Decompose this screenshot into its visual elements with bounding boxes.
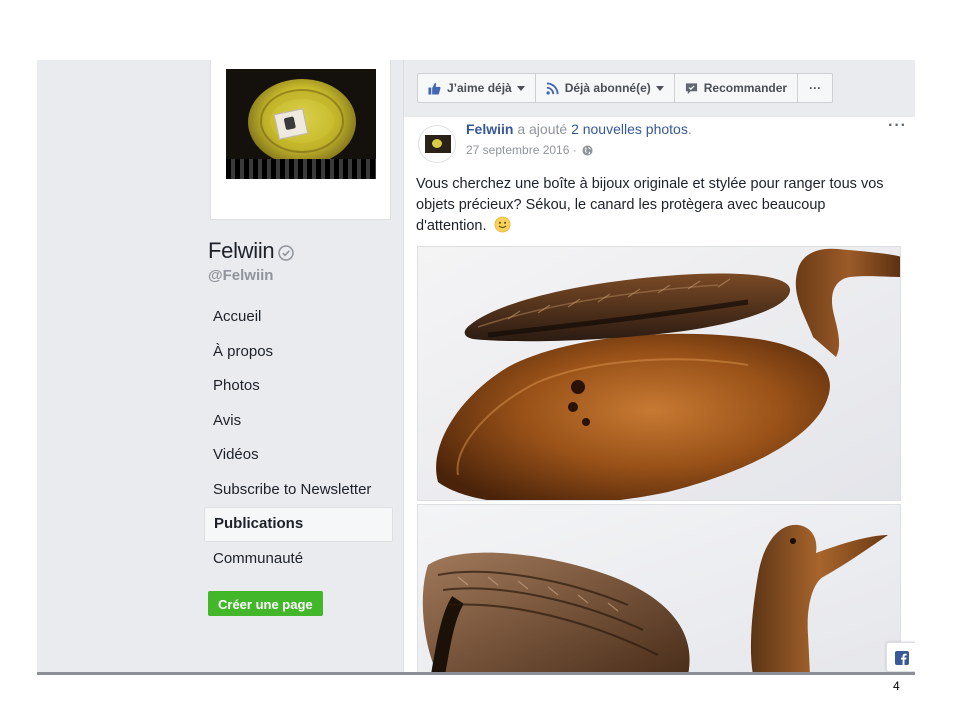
chevron-down-icon — [516, 85, 525, 91]
post-timestamp[interactable]: 27 septembre 2016 · — [466, 143, 593, 157]
messenger-chat-tab[interactable] — [886, 642, 915, 672]
wooden-duck-box-closed-image — [418, 505, 900, 673]
recommend-button-label: Recommander — [703, 81, 788, 95]
chevron-down-icon — [655, 85, 664, 91]
slide: Felwiin @Felwiin Accueil À propos Photos… — [0, 0, 960, 720]
follow-button[interactable]: Déjà abonné(e) — [536, 74, 675, 102]
post-author-link[interactable]: Felwiin — [466, 121, 513, 137]
smiley-emoji-icon — [494, 216, 510, 233]
create-page-button[interactable]: Créer une page — [208, 591, 323, 616]
nav-item-avis[interactable]: Avis — [204, 404, 393, 439]
page-name-text[interactable]: Felwiin — [208, 238, 275, 264]
post-photo-2[interactable] — [417, 504, 901, 673]
verified-icon — [278, 244, 295, 261]
post-text: Vous cherchez une boîte à bijoux origina… — [416, 174, 896, 237]
page-sidebar-nav: Accueil À propos Photos Avis Vidéos Subs… — [204, 300, 393, 576]
follow-button-label: Déjà abonné(e) — [564, 81, 651, 95]
post-header-period: . — [687, 121, 692, 137]
rss-icon — [546, 81, 559, 95]
post-header: Felwiin a ajouté 2 nouvelles photos. — [466, 121, 692, 137]
globe-icon — [582, 144, 593, 156]
nav-item-a-propos[interactable]: À propos — [204, 335, 393, 370]
slide-page-number: 4 — [893, 679, 900, 693]
more-options-button[interactable]: ··· — [798, 74, 832, 102]
thumbs-up-icon — [428, 82, 441, 95]
post-photos-link[interactable]: 2 nouvelles photos — [571, 121, 688, 137]
like-button-label: J’aime déjà — [447, 81, 512, 95]
post-date-text: 27 septembre 2016 · — [466, 143, 577, 157]
nav-item-newsletter[interactable]: Subscribe to Newsletter — [204, 473, 393, 508]
post-card: Felwiin a ajouté 2 nouvelles photos. 27 … — [403, 117, 915, 673]
page-action-bar: J’aime déjà Déjà abonné(e) Recommander ·… — [417, 73, 834, 103]
nav-item-accueil[interactable]: Accueil — [204, 300, 393, 335]
recommend-button[interactable]: Recommander — [675, 74, 799, 102]
wooden-duck-box-open-image — [418, 247, 900, 500]
nav-item-videos[interactable]: Vidéos — [204, 438, 393, 473]
post-photo-1[interactable] — [417, 246, 901, 501]
page-handle[interactable]: @Felwiin — [208, 267, 273, 284]
recommend-icon — [685, 82, 697, 94]
bottom-rule — [37, 672, 915, 675]
nav-item-photos[interactable]: Photos — [204, 369, 393, 404]
avatar-image — [425, 135, 451, 153]
facebook-icon — [895, 651, 909, 665]
nav-item-publications[interactable]: Publications — [204, 507, 393, 542]
post-verb: a ajouté — [517, 121, 568, 137]
profile-picture-card[interactable] — [210, 60, 391, 220]
nav-item-communaute[interactable]: Communauté — [204, 542, 393, 577]
post-avatar[interactable] — [418, 125, 456, 163]
like-button[interactable]: J’aime déjà — [418, 74, 536, 102]
page-name[interactable]: Felwiin — [208, 238, 295, 264]
bead-necklace — [226, 159, 376, 179]
post-options-button[interactable]: ··· — [888, 117, 907, 135]
post-body-text: Vous cherchez une boîte à bijoux origina… — [416, 176, 884, 234]
profile-picture[interactable] — [226, 69, 376, 179]
facebook-page-screenshot: Felwiin @Felwiin Accueil À propos Photos… — [37, 60, 915, 673]
